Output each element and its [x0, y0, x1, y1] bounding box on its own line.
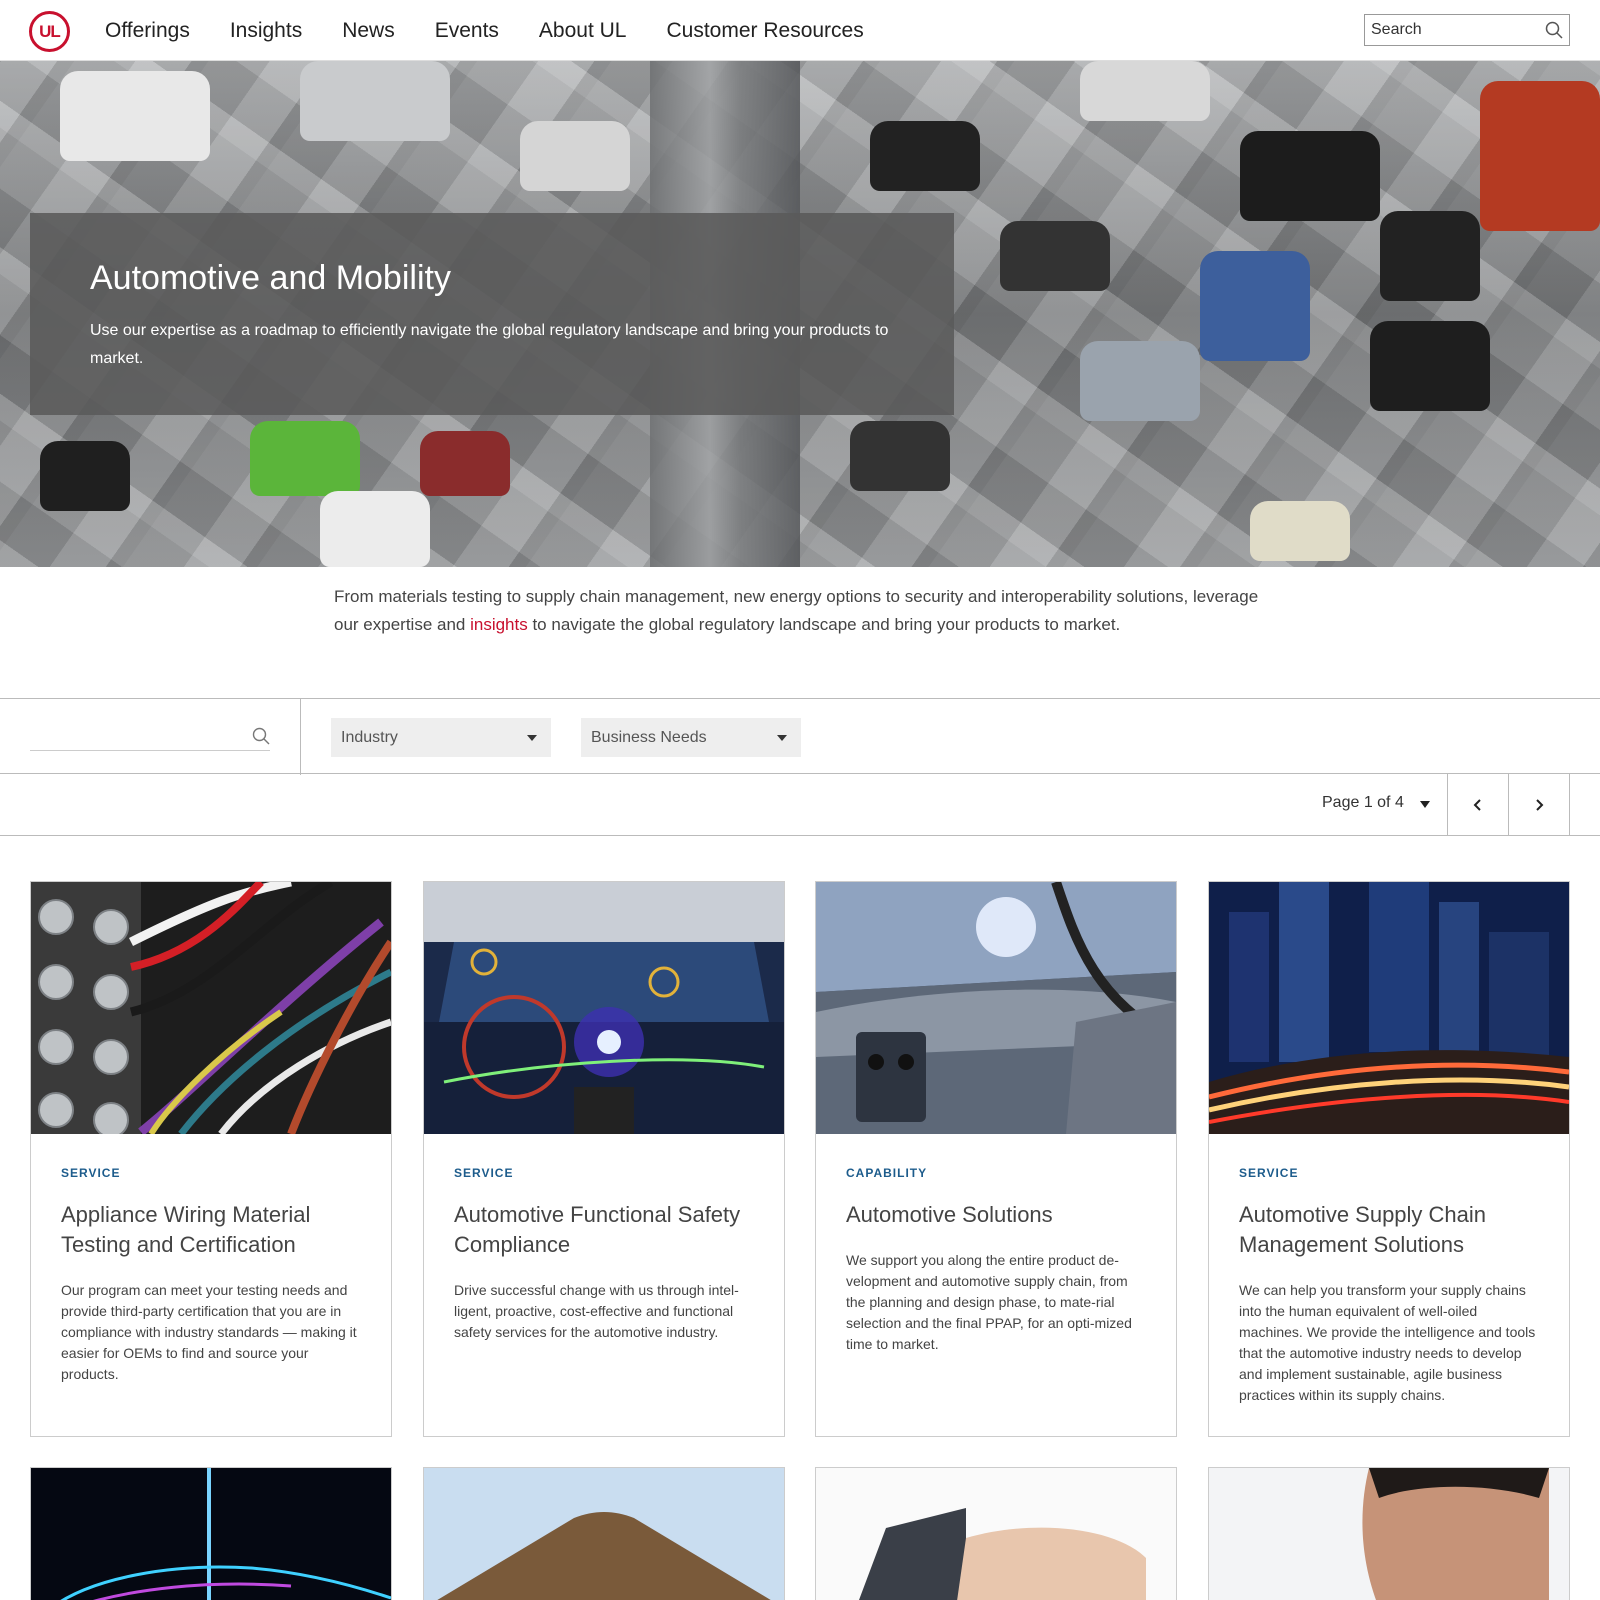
card-image-car-interior: [816, 882, 1176, 1134]
offering-card[interactable]: SERVICE Appliance Wiring Material Testin…: [30, 881, 392, 1437]
card-description: We can help you transform your supply ch…: [1239, 1282, 1536, 1403]
caret-down-icon: [777, 735, 787, 741]
business-needs-dropdown-label: Business Needs: [591, 728, 707, 746]
hero-car: [520, 121, 630, 191]
hero-car: [40, 441, 130, 511]
card-title[interactable]: Automotive Solutions: [846, 1200, 1146, 1230]
hero-subtitle: Use our expertise as a roadmap to effici…: [90, 322, 889, 367]
card-image-sand-pile: [424, 1468, 784, 1600]
hero-car: [1240, 131, 1380, 221]
card-title[interactable]: Appliance Wiring Material Testing and Ce…: [61, 1200, 361, 1260]
card-body: SERVICE Automotive Supply Chain Manageme…: [1209, 1134, 1569, 1434]
offering-card[interactable]: [815, 1467, 1177, 1600]
hero-car: [1080, 341, 1200, 421]
hero-car: [1370, 321, 1490, 411]
card-tag: SERVICE: [61, 1166, 121, 1180]
nav-customer-resources[interactable]: Customer Resources: [666, 19, 863, 43]
industry-dropdown-label: Industry: [341, 728, 398, 746]
hero-car: [300, 61, 450, 141]
nav-events[interactable]: Events: [435, 19, 499, 43]
filter-search-field[interactable]: [30, 723, 270, 751]
offering-card[interactable]: [30, 1467, 392, 1600]
divider: [300, 699, 301, 775]
chevron-right-icon: [1536, 799, 1544, 811]
card-body: CAPABILITY Automotive Solutions We suppo…: [816, 1134, 1176, 1383]
card-title[interactable]: Automotive Supply Chain Management Solut…: [1239, 1200, 1539, 1260]
hero-car: [850, 421, 950, 491]
intro-paragraph: From materials testing to supply chain m…: [334, 583, 1274, 639]
offering-card[interactable]: SERVICE Automotive Supply Chain Manageme…: [1208, 881, 1570, 1437]
hero-car: [1200, 251, 1310, 361]
filter-bar: Industry Business Needs: [0, 698, 1600, 775]
search-icon[interactable]: [1545, 21, 1563, 44]
card-image-smartwatch: [816, 1468, 1176, 1600]
hero-car: [320, 491, 430, 567]
nav-offerings[interactable]: Offerings: [105, 19, 190, 43]
next-page-button[interactable]: [1508, 774, 1569, 836]
logo-text: UL: [39, 21, 61, 41]
hero-text-box: Automotive and Mobility Use our expertis…: [30, 213, 954, 415]
business-needs-dropdown[interactable]: Business Needs: [581, 718, 801, 757]
hero-car: [250, 421, 360, 496]
offering-card[interactable]: SERVICE Automotive Functional Safety Com…: [423, 881, 785, 1437]
pager-bar: Page 1 of 4: [0, 774, 1600, 836]
caret-down-icon: [527, 735, 537, 741]
page-select-caret-icon[interactable]: [1420, 801, 1430, 808]
card-image-wiring: [31, 882, 391, 1134]
card-tag: CAPABILITY: [846, 1166, 928, 1180]
hero-car: [1380, 211, 1480, 301]
card-description: Drive successful change with us through …: [454, 1282, 739, 1340]
site-header: UL Offerings Insights News Events About …: [0, 0, 1600, 61]
hero-car: [870, 121, 980, 191]
card-image-neon-car: [31, 1468, 391, 1600]
hero-car: [1250, 501, 1350, 561]
hero-title: Automotive and Mobility: [90, 259, 451, 297]
card-body: SERVICE Appliance Wiring Material Testin…: [31, 1134, 391, 1413]
hero-car: [1480, 81, 1600, 231]
hero-banner: Automotive and Mobility Use our expertis…: [0, 61, 1600, 567]
industry-dropdown[interactable]: Industry: [331, 718, 551, 757]
card-image-man-portrait: [1209, 1468, 1569, 1600]
hero-car: [60, 71, 210, 161]
card-description: We support you along the entire product …: [846, 1252, 1132, 1352]
intro-text: to navigate the global regulatory landsc…: [527, 615, 1121, 634]
ul-logo[interactable]: UL: [29, 11, 70, 52]
offering-card[interactable]: CAPABILITY Automotive Solutions We suppo…: [815, 881, 1177, 1437]
offering-card[interactable]: [423, 1467, 785, 1600]
card-description: Our program can meet your testing needs …: [61, 1282, 357, 1382]
card-title[interactable]: Automotive Functional Safety Compliance: [454, 1200, 754, 1260]
chevron-left-icon: [1473, 799, 1481, 811]
main-nav: Offerings Insights News Events About UL …: [105, 0, 904, 61]
header-search: [1364, 14, 1570, 46]
page-indicator: Page 1 of 4: [1322, 794, 1404, 811]
divider: [1569, 774, 1570, 836]
hero-car: [1080, 61, 1210, 121]
nav-insights[interactable]: Insights: [230, 19, 302, 43]
offering-card[interactable]: [1208, 1467, 1570, 1600]
card-image-city-night: [1209, 882, 1569, 1134]
header-search-input[interactable]: [1371, 21, 1541, 39]
card-tag: SERVICE: [454, 1166, 514, 1180]
hero-car: [1000, 221, 1110, 291]
card-tag: SERVICE: [1239, 1166, 1299, 1180]
card-body: SERVICE Automotive Functional Safety Com…: [424, 1134, 784, 1371]
hero-car: [420, 431, 510, 496]
search-icon[interactable]: [252, 727, 270, 750]
nav-about-ul[interactable]: About UL: [539, 19, 627, 43]
insights-link[interactable]: insights: [470, 615, 528, 634]
previous-page-button[interactable]: [1447, 774, 1508, 836]
card-image-dashboard: [424, 882, 784, 1134]
nav-news[interactable]: News: [342, 19, 395, 43]
